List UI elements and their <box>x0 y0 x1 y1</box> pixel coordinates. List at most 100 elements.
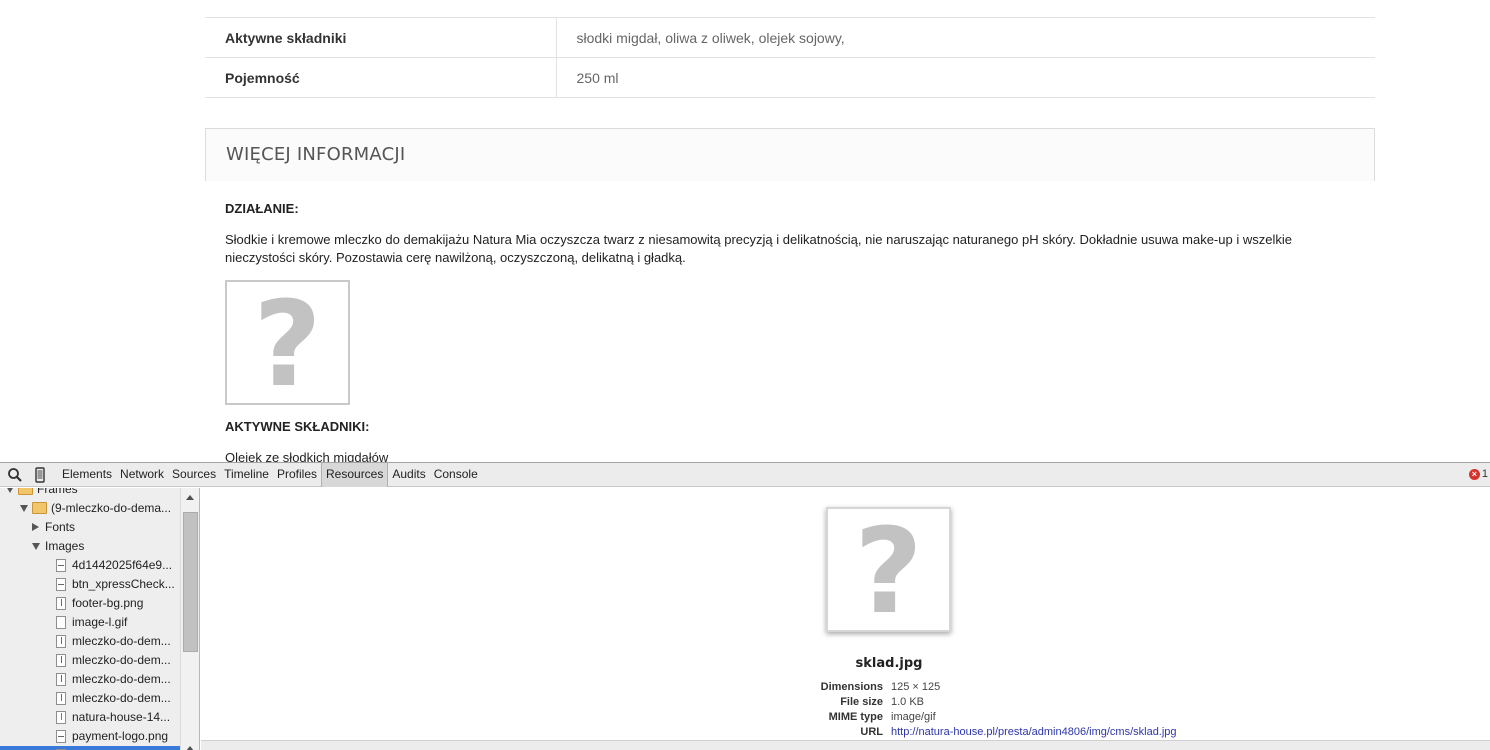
error-icon: × <box>1468 468 1480 480</box>
meta-key: URL <box>860 726 883 738</box>
preview-file-name: sklad.jpg <box>855 656 923 671</box>
tree-item-label: 4d1442025f64e9... <box>72 558 173 572</box>
disclosure-expanded-icon[interactable] <box>20 505 28 512</box>
image-file-icon <box>56 711 66 724</box>
scroll-up-arrow-icon[interactable] <box>186 495 194 500</box>
meta-value: 125 × 125 <box>891 681 941 693</box>
tree-item[interactable]: mleczko-do-dem... <box>0 651 180 670</box>
tree-item[interactable]: 4d1442025f64e9... <box>0 556 180 575</box>
tree-item-label: (9-mleczko-do-dema... <box>51 501 172 515</box>
spec-value: słodki migdał, oliwa z oliwek, olejek so… <box>556 17 1375 58</box>
tree-item-label: mleczko-do-dem... <box>72 653 171 667</box>
tab-network[interactable]: Network <box>116 463 168 487</box>
tab-elements[interactable]: Elements <box>58 463 116 487</box>
dzialanie-text: Słodkie i kremowe mleczko do demakijażu … <box>225 232 1292 265</box>
devtools-status-strip <box>201 740 1490 750</box>
spec-row: Pojemność 250 ml <box>205 57 1375 98</box>
meta-value: 1.0 KB <box>891 696 925 708</box>
tree-item[interactable]: mleczko-do-dem... <box>0 670 180 689</box>
image-file-icon <box>56 692 66 705</box>
disclosure-collapsed-icon[interactable] <box>32 523 39 531</box>
tree-item-label: Frames <box>37 488 78 496</box>
folder-icon <box>18 488 33 495</box>
device-mode-icon[interactable] <box>31 466 49 484</box>
scroll-thumb[interactable] <box>183 512 198 652</box>
tree-item-label: natura-house-14... <box>72 710 171 724</box>
more-info-header: WIĘCEJ INFORMACJI <box>205 128 1375 181</box>
tab-audits[interactable]: Audits <box>388 463 429 487</box>
tree-item[interactable]: Fonts <box>0 518 180 537</box>
image-file-icon <box>56 654 66 667</box>
meta-key: Dimensions <box>820 681 883 693</box>
image-file-icon <box>56 673 66 686</box>
spec-row: Aktywne składniki słodki migdał, oliwa z … <box>205 17 1375 58</box>
product-page: Aktywne składniki słodki migdał, oliwa z … <box>0 0 1490 462</box>
devtools-tabs: Elements Network Sources Timeline Profiles Re… <box>58 463 482 487</box>
tree-item-label: sklad.jpg <box>72 746 119 750</box>
spec-key: Aktywne składniki <box>205 17 557 58</box>
resource-url-link[interactable]: http://natura-house.pl/presta/admin4806/… <box>891 725 1177 740</box>
tree-item-label: mleczko-do-dem... <box>72 634 171 648</box>
spec-table: Aktywne składniki słodki migdał, oliwa z … <box>205 17 1375 98</box>
image-file-icon <box>56 730 66 743</box>
image-file-icon <box>56 635 66 648</box>
tree-item[interactable]: sklad.jpg <box>0 746 180 750</box>
resource-preview: ? sklad.jpg Dimensions 125 × 125 File size… <box>201 488 1490 740</box>
devtools-panel: Elements Network Sources Timeline Profiles Re… <box>0 462 1490 750</box>
tab-console[interactable]: Console <box>430 463 482 487</box>
meta-row: File size 1.0 KB <box>201 695 1177 710</box>
tree-item[interactable]: footer-bg.png <box>0 594 180 613</box>
image-file-icon <box>56 616 66 629</box>
tab-profiles[interactable]: Profiles <box>273 463 321 487</box>
tree-item[interactable]: Images <box>0 537 180 556</box>
tree-item[interactable]: payment-logo.png <box>0 727 180 746</box>
meta-row: MIME type image/gif <box>201 710 1177 725</box>
resources-sidebar: Frames (9-mleczko-do-dema... Fonts Images 4d… <box>0 488 200 750</box>
scroll-down-arrow-icon[interactable] <box>186 746 194 750</box>
sidebar-scrollbar[interactable] <box>180 488 199 750</box>
svg-text:?: ? <box>253 282 321 403</box>
tab-sources[interactable]: Sources <box>168 463 220 487</box>
image-file-icon <box>56 578 66 591</box>
tree-item[interactable]: mleczko-do-dem... <box>0 632 180 651</box>
aktywne-text: Olejek ze słodkich migdałów <box>225 450 389 462</box>
image-file-icon <box>56 597 66 610</box>
tree-item-label: payment-logo.png <box>72 729 169 743</box>
preview-metadata: Dimensions 125 × 125 File size 1.0 KB MIME t… <box>201 680 1177 740</box>
search-icon[interactable] <box>6 466 24 484</box>
meta-key: File size <box>840 696 883 708</box>
tree-item[interactable]: mleczko-do-dem... <box>0 689 180 708</box>
tree-item-label: Fonts <box>45 520 76 534</box>
image-file-icon <box>56 559 66 572</box>
tree-item-label: image-l.gif <box>72 615 128 629</box>
tree-item[interactable]: btn_xpressCheck... <box>0 575 180 594</box>
tab-timeline[interactable]: Timeline <box>220 463 273 487</box>
tree-item-label: btn_xpressCheck... <box>72 577 175 591</box>
aktywne-heading: AKTYWNE SKŁADNIKI: <box>225 419 370 434</box>
devtools-toolbar: Elements Network Sources Timeline Profiles Re… <box>0 463 1490 487</box>
disclosure-expanded-icon[interactable] <box>6 488 14 493</box>
question-mark-icon: ? <box>854 509 922 630</box>
svg-text:?: ? <box>854 509 922 630</box>
tree-item[interactable]: natura-house-14... <box>0 708 180 727</box>
meta-value: image/gif <box>891 711 936 723</box>
tree-item-label: mleczko-do-dem... <box>72 691 171 705</box>
meta-row: URL http://natura-house.pl/presta/admin48… <box>201 725 1177 740</box>
disclosure-expanded-icon[interactable] <box>32 543 40 550</box>
dzialanie-heading: DZIAŁANIE: <box>225 201 299 216</box>
error-counter[interactable]: × 1 <box>1468 468 1488 480</box>
more-info-title: WIĘCEJ INFORMACJI <box>226 144 406 165</box>
tree-item-label: footer-bg.png <box>72 596 144 610</box>
error-count: 1 <box>1481 468 1488 480</box>
meta-row: Dimensions 125 × 125 <box>201 680 1177 695</box>
tree-item[interactable]: image-l.gif <box>0 613 180 632</box>
preview-image-placeholder: ? <box>826 507 951 632</box>
folder-icon <box>32 502 47 514</box>
question-mark-icon: ? <box>253 282 321 403</box>
tree-item-label: mleczko-do-dem... <box>72 672 171 686</box>
tree-item[interactable]: Frames <box>0 488 180 499</box>
tree-item[interactable]: (9-mleczko-do-dema... <box>0 499 180 518</box>
meta-key: MIME type <box>828 711 883 723</box>
tab-resources[interactable]: Resources <box>321 463 389 487</box>
spec-value: 250 ml <box>556 57 1375 98</box>
